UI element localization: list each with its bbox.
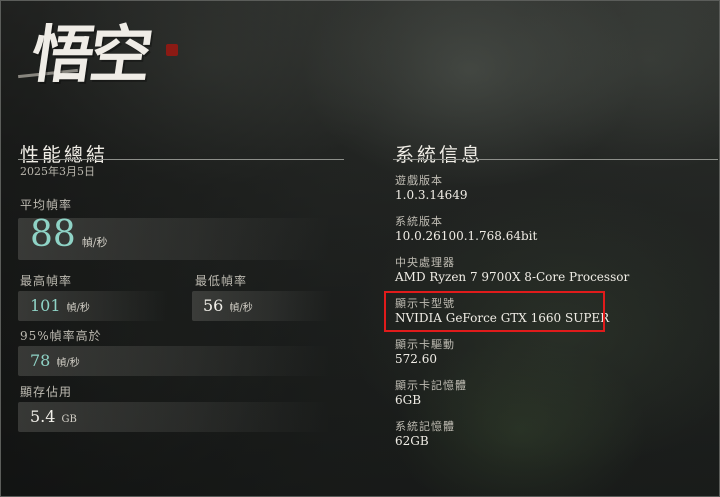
system-info-divider: [393, 159, 718, 160]
max-fps-label: 最高幀率: [20, 274, 73, 288]
system-memory-value: 62GB: [395, 434, 429, 448]
gpu-driver-value: 572.60: [395, 352, 437, 366]
avg-fps-unit: 幀/秒: [81, 236, 108, 249]
max-fps-number: 101: [30, 296, 61, 315]
system-info-title: 系統信息: [395, 144, 484, 166]
vram-number: 5.4: [30, 407, 56, 426]
cpu-label: 中央處理器: [395, 256, 455, 269]
game-logo: 悟空: [18, 14, 188, 110]
os-version-label: 系統版本: [395, 215, 443, 228]
max-fps-value: 101 幀/秒: [30, 296, 90, 315]
p95-fps-number: 78: [30, 351, 51, 370]
performance-divider: [18, 159, 344, 160]
avg-fps-value: 88 幀/秒: [30, 214, 108, 255]
min-fps-value: 56 幀/秒: [203, 296, 253, 315]
gpu-driver-label: 顯示卡驅動: [395, 338, 455, 351]
logo-red-seal: [166, 44, 178, 56]
gpu-memory-label: 顯示卡記憶體: [395, 379, 467, 392]
game-version-value: 1.0.3.14649: [395, 188, 468, 202]
min-fps-unit: 幀/秒: [229, 303, 253, 314]
os-version-value: 10.0.26100.1.768.64bit: [395, 229, 538, 243]
system-memory-label: 系統記憶體: [395, 420, 455, 433]
report-date: 2025年3月5日: [20, 165, 95, 178]
p95-fps-unit: 幀/秒: [56, 358, 80, 369]
max-fps-unit: 幀/秒: [66, 303, 90, 314]
avg-fps-number: 88: [30, 214, 76, 255]
min-fps-label: 最低幀率: [195, 274, 248, 288]
gpu-model-highlight-box: [384, 291, 605, 332]
p95-fps-label: 95%幀率高於: [20, 329, 102, 343]
logo-calligraphy: 悟空: [26, 18, 154, 91]
avg-fps-label: 平均幀率: [20, 198, 73, 212]
gpu-memory-value: 6GB: [395, 393, 422, 407]
vram-label: 顯存佔用: [20, 385, 73, 399]
min-fps-number: 56: [203, 296, 224, 315]
cpu-value: AMD Ryzen 7 9700X 8-Core Processor: [395, 270, 630, 284]
p95-fps-value: 78 幀/秒: [30, 351, 80, 370]
vram-value: 5.4 GB: [30, 407, 77, 426]
game-version-label: 遊戲版本: [395, 174, 443, 187]
vram-unit: GB: [61, 414, 77, 425]
